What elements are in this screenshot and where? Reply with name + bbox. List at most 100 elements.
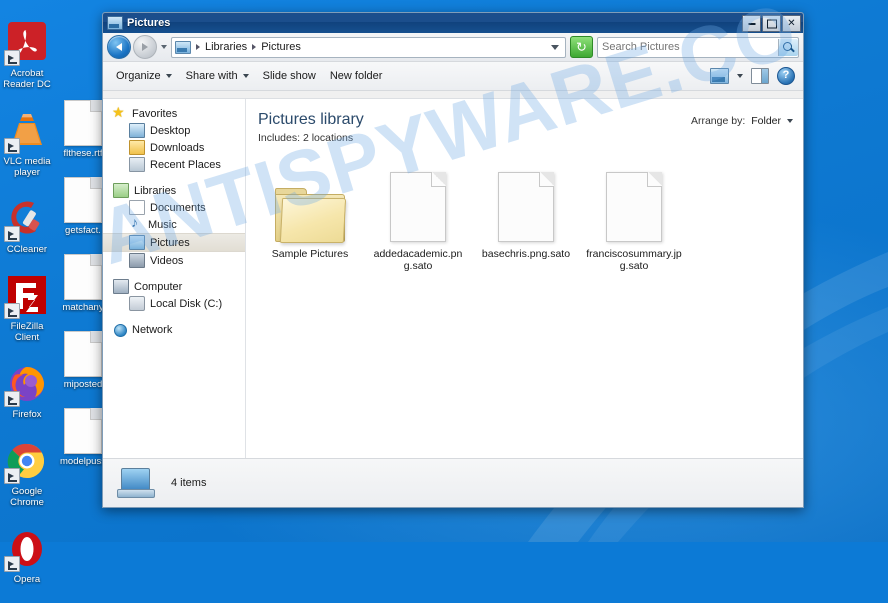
document-icon — [60, 331, 106, 377]
close-button[interactable]: ✕ — [782, 15, 801, 32]
sidebar-item-label: Libraries — [134, 184, 177, 197]
videos-icon — [129, 253, 145, 268]
vlc-cone-icon — [4, 108, 50, 154]
sidebar-item-videos[interactable]: Videos — [103, 252, 245, 269]
navigation-pane: Favorites Desktop Downloads Recent Place… — [103, 99, 246, 458]
help-icon[interactable]: ? — [777, 67, 795, 85]
maximize-button[interactable] — [762, 15, 781, 32]
list-item[interactable]: Sample Pictures — [256, 158, 364, 272]
breadcrumb-separator-icon[interactable] — [252, 44, 257, 50]
share-with-label: Share with — [185, 70, 238, 82]
search-icon[interactable] — [778, 38, 798, 56]
preview-pane-icon[interactable] — [751, 68, 769, 84]
sidebar-item-music[interactable]: Music — [103, 215, 245, 233]
slide-show-button[interactable]: Slide show — [256, 67, 323, 85]
chevron-down-icon — [242, 74, 249, 78]
breadcrumb-separator-icon[interactable] — [196, 44, 200, 50]
slide-show-label: Slide show — [262, 70, 316, 82]
desktop-icon-opera[interactable]: Opera — [0, 526, 54, 585]
desktop-icon-label: CCleaner — [6, 244, 48, 255]
breadcrumb-libraries[interactable]: Libraries — [205, 41, 247, 53]
share-with-button[interactable]: Share with — [179, 67, 256, 85]
sidebar-item-favorites[interactable]: Favorites — [103, 105, 245, 122]
computer-icon — [113, 279, 129, 294]
document-icon — [60, 177, 106, 223]
window-title: Pictures — [127, 17, 171, 29]
downloads-icon — [129, 140, 145, 155]
window-body: Favorites Desktop Downloads Recent Place… — [103, 98, 803, 458]
item-name: addedacademic.png.sato — [373, 248, 463, 272]
sidebar-item-computer[interactable]: Computer — [103, 278, 245, 295]
desktop-icon-label: Firefox — [12, 409, 42, 420]
file-list-pane[interactable]: Pictures library Includes: 2 locations A… — [246, 99, 803, 458]
documents-icon — [129, 200, 145, 215]
opera-icon — [4, 526, 50, 572]
sidebar-item-network[interactable]: Network — [103, 321, 245, 338]
sidebar-item-downloads[interactable]: Downloads — [103, 139, 245, 156]
sidebar-item-label: Recent Places — [150, 158, 221, 171]
chevron-down-icon[interactable] — [737, 74, 743, 78]
file-icon — [472, 158, 580, 242]
nav-group-computer: Computer Local Disk (C:) — [103, 278, 245, 312]
acrobat-icon — [4, 20, 50, 66]
desktop-icon-filezilla[interactable]: FileZilla Client — [0, 273, 54, 343]
list-item[interactable]: franciscosummary.jpg.sato — [580, 158, 688, 272]
sidebar-item-label: Favorites — [132, 107, 178, 120]
sidebar-item-label: Computer — [134, 280, 183, 293]
libraries-icon — [175, 40, 191, 54]
desktop-icon-label: FileZilla Client — [10, 321, 44, 343]
sidebar-item-label: Network — [132, 323, 173, 336]
shortcut-overlay-icon — [4, 226, 20, 242]
sidebar-item-label: Local Disk (C:) — [150, 297, 223, 310]
shortcut-overlay-icon — [4, 50, 20, 66]
search-input[interactable] — [598, 41, 778, 53]
sidebar-item-pictures[interactable]: Pictures — [103, 233, 245, 252]
desktop-icon-ccleaner[interactable]: CCleaner — [0, 196, 54, 255]
breadcrumb-pictures[interactable]: Pictures — [261, 41, 301, 53]
search-box[interactable] — [597, 36, 799, 58]
sidebar-item-recent-places[interactable]: Recent Places — [103, 156, 245, 173]
list-item[interactable]: addedacademic.png.sato — [364, 158, 472, 272]
change-view-icon[interactable] — [710, 68, 729, 84]
sidebar-item-label: Pictures — [150, 236, 190, 249]
shortcut-overlay-icon — [4, 468, 20, 484]
organize-button[interactable]: Organize — [109, 67, 179, 85]
recent-pages-chevron-icon[interactable] — [161, 45, 167, 49]
forward-button[interactable] — [133, 35, 157, 59]
ccleaner-icon — [4, 196, 50, 242]
sidebar-item-libraries[interactable]: Libraries — [103, 182, 245, 199]
filezilla-icon — [4, 273, 50, 319]
desktop-icon-label: VLC media player — [3, 156, 51, 178]
new-folder-button[interactable]: New folder — [323, 67, 390, 85]
star-icon — [112, 105, 127, 120]
libraries-icon — [113, 183, 129, 198]
address-history-dropdown-icon[interactable] — [551, 44, 559, 50]
sidebar-item-label: Downloads — [150, 141, 205, 154]
back-button[interactable] — [107, 35, 131, 59]
sidebar-item-local-disk[interactable]: Local Disk (C:) — [103, 295, 245, 312]
file-icon — [580, 158, 688, 242]
window-titlebar[interactable]: Pictures ✕ — [103, 13, 803, 33]
desktop-icon-chrome[interactable]: Google Chrome — [0, 438, 54, 508]
arrange-by-control[interactable]: Arrange by: Folder — [691, 115, 793, 127]
desktop-icon-firefox[interactable]: Firefox — [0, 361, 54, 420]
desktop-icon-vlc[interactable]: VLC media player — [0, 108, 54, 178]
sidebar-item-documents[interactable]: Documents — [103, 199, 245, 216]
minimize-button[interactable] — [742, 15, 761, 32]
document-icon — [60, 408, 106, 454]
sidebar-item-desktop[interactable]: Desktop — [103, 122, 245, 139]
chevron-down-icon — [787, 119, 793, 123]
status-text: 4 items — [171, 477, 207, 489]
document-icon — [60, 254, 106, 300]
desktop-icon-acrobat[interactable]: Acrobat Reader DC — [0, 20, 54, 90]
chevron-down-icon — [165, 74, 172, 78]
address-bar[interactable]: Libraries Pictures — [171, 36, 566, 58]
sidebar-item-label: Desktop — [150, 124, 191, 137]
window-controls: ✕ — [742, 15, 801, 32]
command-toolbar: Organize Share with Slide show New folde… — [103, 62, 803, 91]
nav-group-favorites: Favorites Desktop Downloads Recent Place… — [103, 105, 245, 173]
refresh-button[interactable]: ↻ — [570, 36, 593, 58]
list-item[interactable]: basechris.png.sato — [472, 158, 580, 272]
local-disk-icon — [129, 296, 145, 311]
recent-places-icon — [129, 157, 145, 172]
